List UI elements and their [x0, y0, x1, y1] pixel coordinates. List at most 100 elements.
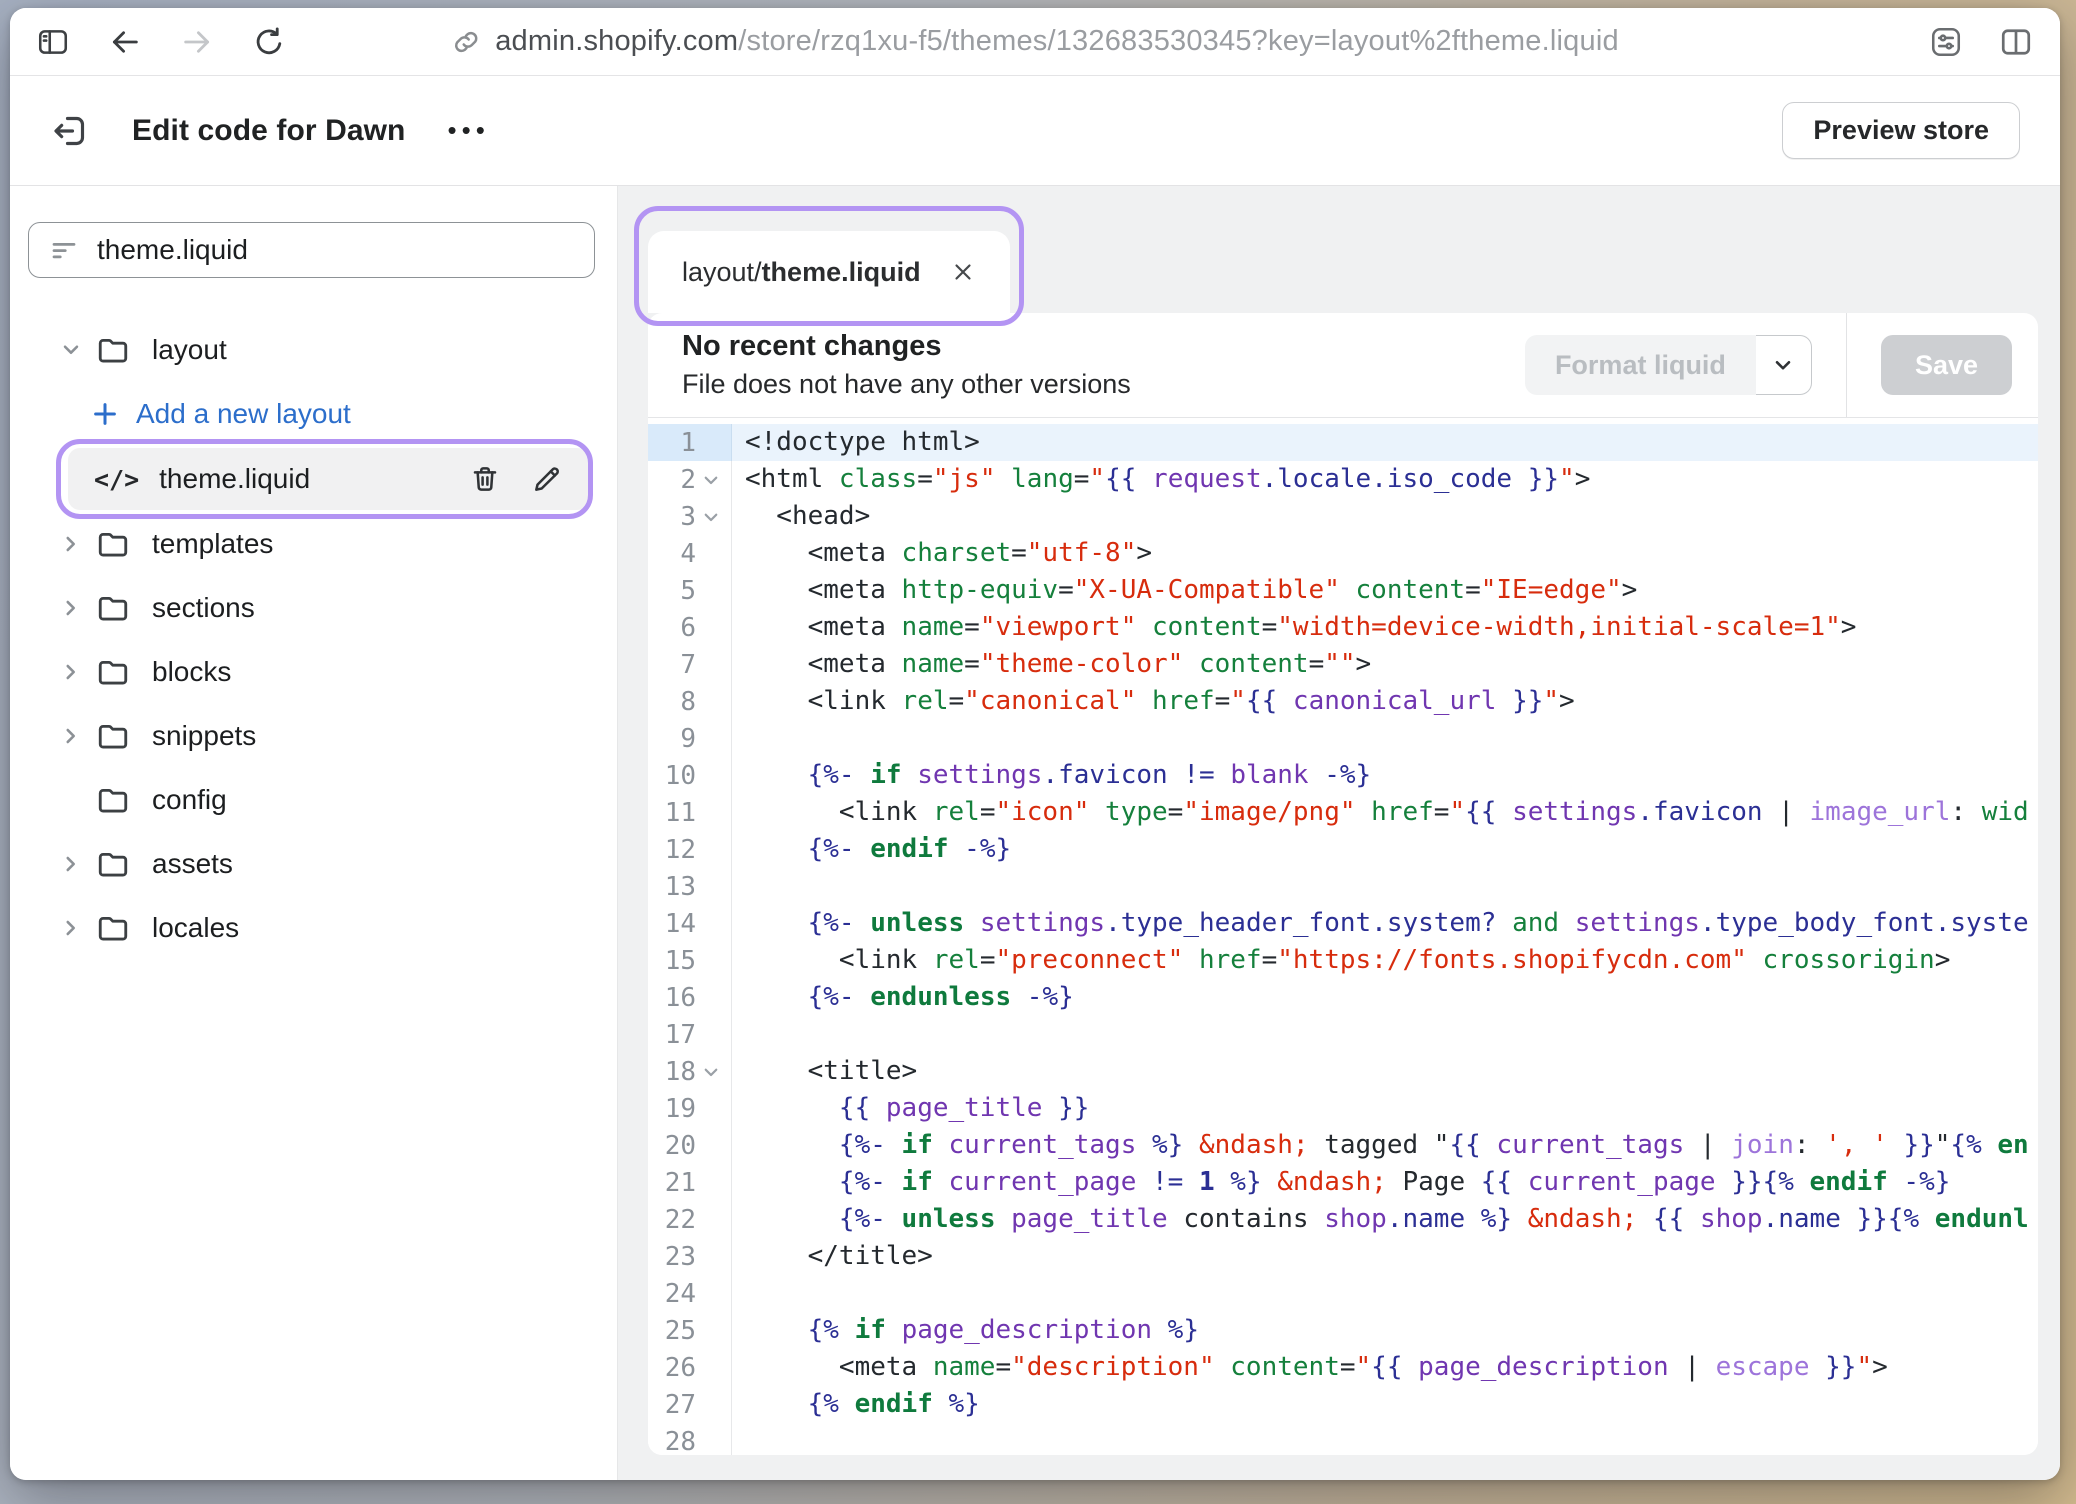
line-gutter: 17	[648, 1016, 732, 1053]
sidebar-item-locales[interactable]: locales	[28, 896, 595, 960]
chevron-right-icon[interactable]	[58, 851, 84, 877]
file-sidebar: theme.liquid layoutAdd a new layout</>th…	[10, 186, 618, 1480]
code-line-text: {% if page_description %}	[732, 1312, 1199, 1349]
sidebar-toggle-icon[interactable]	[36, 25, 70, 59]
code-line[interactable]: 28	[648, 1423, 2038, 1455]
sidebar-item-layout[interactable]: layout	[28, 318, 595, 382]
save-button[interactable]: Save	[1881, 335, 2012, 395]
chevron-right-icon[interactable]	[58, 595, 84, 621]
line-gutter: 22	[648, 1201, 732, 1238]
line-gutter: 18	[648, 1053, 732, 1090]
code-line[interactable]: 20 {%- if current_tags %} &ndash; tagged…	[648, 1127, 2038, 1164]
code-line[interactable]: 26 <meta name="description" content="{{ …	[648, 1349, 2038, 1386]
code-line-text: <title>	[732, 1053, 917, 1090]
format-liquid-button[interactable]: Format liquid	[1525, 335, 1756, 395]
line-number: 7	[648, 650, 696, 680]
filter-icon	[49, 235, 79, 265]
tab-close-icon[interactable]	[950, 259, 976, 285]
exit-editor-icon[interactable]	[50, 111, 90, 151]
tab-layout-theme-liquid[interactable]: layout/theme.liquid	[648, 231, 1010, 313]
delete-file-icon[interactable]	[469, 463, 501, 495]
code-line[interactable]: 7 <meta name="theme-color" content="">	[648, 646, 2038, 683]
code-line[interactable]: 11 <link rel="icon" type="image/png" hre…	[648, 794, 2038, 831]
code-line[interactable]: 2<html class="js" lang="{{ request.local…	[648, 461, 2038, 498]
code-line[interactable]: 18 <title>	[648, 1053, 2038, 1090]
code-line[interactable]: 27 {% endif %}	[648, 1386, 2038, 1423]
code-editor[interactable]: 1<!doctype html>2<html class="js" lang="…	[648, 418, 2038, 1455]
add-new-layout-button[interactable]: Add a new layout	[28, 382, 595, 446]
chevron-right-icon[interactable]	[58, 531, 84, 557]
fold-chevron-icon[interactable]	[696, 471, 726, 489]
code-line[interactable]: 6 <meta name="viewport" content="width=d…	[648, 609, 2038, 646]
code-line[interactable]: 9	[648, 720, 2038, 757]
sidebar-item-theme-liquid[interactable]: </>theme.liquid	[68, 448, 589, 510]
code-line-text: <link rel="preconnect" href="https://fon…	[732, 942, 1950, 979]
format-liquid-split-button: Format liquid	[1525, 335, 1812, 395]
code-line[interactable]: 16 {%- endunless -%}	[648, 979, 2038, 1016]
line-gutter: 2	[648, 461, 732, 498]
back-icon[interactable]	[108, 25, 142, 59]
rename-file-icon[interactable]	[531, 463, 563, 495]
line-gutter: 14	[648, 905, 732, 942]
split-view-icon[interactable]	[1998, 24, 2034, 60]
sidebar-item-templates[interactable]: templates	[28, 512, 595, 576]
tab-label: layout/theme.liquid	[682, 257, 921, 288]
tree-item-label: theme.liquid	[159, 463, 310, 495]
code-line[interactable]: 3 <head>	[648, 498, 2038, 535]
code-line[interactable]: 14 {%- unless settings.type_header_font.…	[648, 905, 2038, 942]
sidebar-item-blocks[interactable]: blocks	[28, 640, 595, 704]
code-line[interactable]: 23 </title>	[648, 1238, 2038, 1275]
more-actions-button[interactable]: •••	[448, 115, 490, 146]
line-number: 25	[648, 1316, 696, 1346]
line-gutter: 16	[648, 979, 732, 1016]
reload-icon[interactable]	[252, 25, 286, 59]
chevron-right-icon[interactable]	[58, 659, 84, 685]
sidebar-item-snippets[interactable]: snippets	[28, 704, 595, 768]
chevron-right-icon[interactable]	[58, 723, 84, 749]
chevron-right-icon[interactable]	[58, 915, 84, 941]
code-line[interactable]: 10 {%- if settings.favicon != blank -%}	[648, 757, 2038, 794]
chevron-down-icon[interactable]	[58, 337, 84, 363]
browser-settings-icon[interactable]	[1928, 24, 1964, 60]
format-dropdown-arrow[interactable]	[1756, 335, 1812, 395]
forward-icon[interactable]	[180, 25, 214, 59]
code-line-text: {%- if current_tags %} &ndash; tagged "{…	[732, 1127, 2029, 1164]
sidebar-item-config[interactable]: config	[28, 768, 595, 832]
fold-chevron-icon[interactable]	[696, 1063, 726, 1081]
code-line[interactable]: 1<!doctype html>	[648, 424, 2038, 461]
code-line[interactable]: 21 {%- if current_page != 1 %} &ndash; P…	[648, 1164, 2038, 1201]
fold-chevron-icon[interactable]	[696, 508, 726, 526]
sidebar-item-assets[interactable]: assets	[28, 832, 595, 896]
line-number: 1	[648, 428, 696, 458]
preview-store-button[interactable]: Preview store	[1782, 102, 2020, 159]
code-line-text: <meta name="viewport" content="width=dev…	[732, 609, 1856, 646]
code-line-text: <meta charset="utf-8">	[732, 535, 1152, 572]
code-line[interactable]: 17	[648, 1016, 2038, 1053]
sidebar-item-sections[interactable]: sections	[28, 576, 595, 640]
file-search-input[interactable]: theme.liquid	[28, 222, 595, 278]
code-line[interactable]: 22 {%- unless page_title contains shop.n…	[648, 1201, 2038, 1238]
code-line[interactable]: 13	[648, 868, 2038, 905]
code-line[interactable]: 5 <meta http-equiv="X-UA-Compatible" con…	[648, 572, 2038, 609]
line-number: 24	[648, 1279, 696, 1309]
code-line[interactable]: 25 {% if page_description %}	[648, 1312, 2038, 1349]
plus-icon	[90, 399, 120, 429]
folder-icon	[96, 655, 132, 689]
code-line[interactable]: 24	[648, 1275, 2038, 1312]
code-line[interactable]: 19 {{ page_title }}	[648, 1090, 2038, 1127]
line-gutter: 7	[648, 646, 732, 683]
address-bar[interactable]: admin.shopify.com/store/rzq1xu-f5/themes…	[451, 8, 1619, 75]
code-line[interactable]: 15 <link rel="preconnect" href="https://…	[648, 942, 2038, 979]
line-number: 13	[648, 872, 696, 902]
line-gutter: 1	[648, 424, 732, 461]
line-number: 16	[648, 983, 696, 1013]
folder-icon	[96, 847, 132, 881]
line-number: 23	[648, 1242, 696, 1272]
line-number: 22	[648, 1205, 696, 1235]
code-line[interactable]: 12 {%- endif -%}	[648, 831, 2038, 868]
code-line[interactable]: 4 <meta charset="utf-8">	[648, 535, 2038, 572]
code-line-text: <meta name="theme-color" content="">	[732, 646, 1371, 683]
code-line-text: <link rel="canonical" href="{{ canonical…	[732, 683, 1575, 720]
code-line[interactable]: 8 <link rel="canonical" href="{{ canonic…	[648, 683, 2038, 720]
app-header: Edit code for Dawn ••• Preview store	[10, 76, 2060, 186]
